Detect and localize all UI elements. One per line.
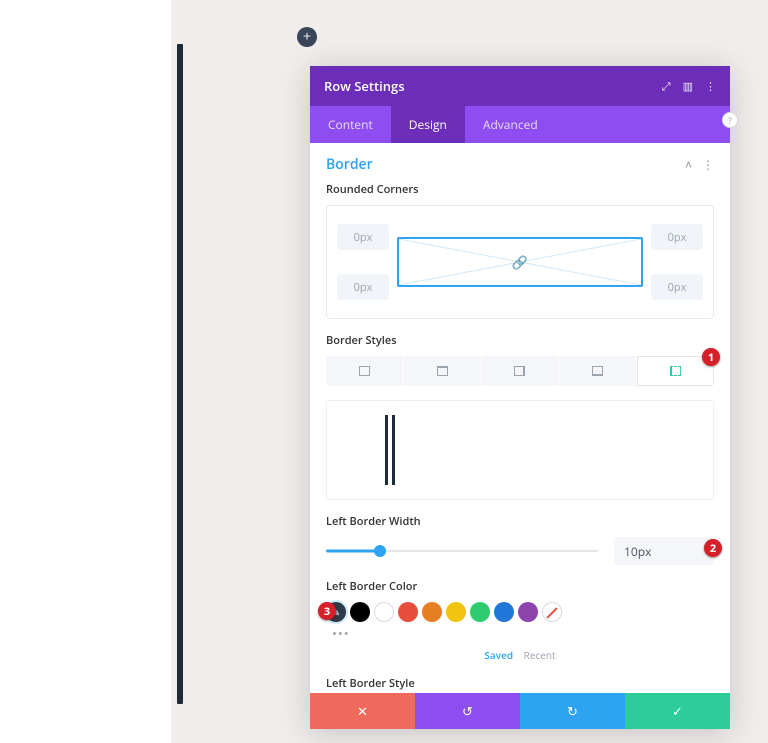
page-left-border-preview bbox=[177, 44, 183, 704]
row-settings-panel: Row Settings ⤢ ▥ ⋮ Content Design Advanc… bbox=[310, 66, 730, 729]
panel-title: Row Settings bbox=[324, 77, 405, 95]
panel-body: Border ˄ ⋮ Rounded Corners 0px 0px 🔗 0px bbox=[310, 143, 730, 693]
panel-footer: ✕ ↺ ↻ ✓ bbox=[310, 693, 730, 729]
accordion-border-title: Border bbox=[326, 155, 373, 174]
left-border-width-slider[interactable] bbox=[326, 540, 598, 562]
corner-preview: 🔗 bbox=[397, 237, 643, 287]
color-tab-saved[interactable]: Saved bbox=[484, 648, 513, 662]
border-preview-left-double bbox=[385, 415, 395, 485]
swatch-orange[interactable] bbox=[422, 602, 442, 622]
corner-br-input[interactable]: 0px bbox=[651, 274, 703, 300]
color-tabs: Saved Recent bbox=[326, 648, 714, 662]
accordion-border-header[interactable]: Border ˄ ⋮ bbox=[310, 143, 730, 182]
swatch-transparent[interactable] bbox=[542, 602, 562, 622]
columns-icon[interactable]: ▥ bbox=[683, 79, 693, 94]
border-preview bbox=[326, 400, 714, 500]
label-border-styles: Border Styles bbox=[326, 333, 714, 348]
chevron-up-icon[interactable]: ˄ bbox=[685, 156, 692, 173]
swatch-white[interactable] bbox=[374, 602, 394, 622]
callout-2: 2 bbox=[704, 539, 722, 557]
more-icon[interactable]: ⋮ bbox=[702, 156, 714, 173]
corner-tr-input[interactable]: 0px bbox=[651, 224, 703, 250]
swatch-yellow[interactable] bbox=[446, 602, 466, 622]
cancel-button[interactable]: ✕ bbox=[310, 693, 415, 729]
swatch-black[interactable] bbox=[350, 602, 370, 622]
border-side-bottom[interactable] bbox=[559, 356, 637, 386]
label-left-border-color: Left Border Color bbox=[326, 579, 714, 594]
help-icon[interactable]: ? bbox=[722, 112, 738, 128]
rounded-corners-control: 0px 0px 🔗 0px 0px bbox=[326, 205, 714, 319]
callout-3: 3 bbox=[318, 602, 336, 620]
tab-advanced[interactable]: Advanced bbox=[465, 106, 556, 143]
expand-icon[interactable]: ⤢ bbox=[662, 79, 671, 94]
panel-tabs: Content Design Advanced bbox=[310, 106, 730, 143]
link-corners-icon[interactable]: 🔗 bbox=[512, 253, 528, 271]
swatch-purple[interactable] bbox=[518, 602, 538, 622]
more-icon[interactable]: ⋮ bbox=[705, 79, 716, 94]
panel-header[interactable]: Row Settings ⤢ ▥ ⋮ bbox=[310, 66, 730, 106]
tab-content[interactable]: Content bbox=[310, 106, 391, 143]
color-swatches: ✎ bbox=[326, 602, 714, 622]
redo-button[interactable]: ↻ bbox=[520, 693, 625, 729]
tab-design[interactable]: Design bbox=[391, 106, 465, 143]
swatch-blue[interactable] bbox=[494, 602, 514, 622]
swatch-red[interactable] bbox=[398, 602, 418, 622]
label-left-border-width: Left Border Width bbox=[326, 514, 714, 529]
label-rounded-corners: Rounded Corners bbox=[326, 182, 714, 197]
callout-1: 1 bbox=[702, 348, 720, 366]
border-side-all[interactable] bbox=[326, 356, 404, 386]
color-tab-recent[interactable]: Recent bbox=[524, 648, 556, 662]
add-module-button[interactable]: + bbox=[297, 27, 317, 47]
undo-button[interactable]: ↺ bbox=[415, 693, 520, 729]
border-side-picker bbox=[326, 356, 714, 386]
label-left-border-style: Left Border Style bbox=[326, 676, 714, 691]
corner-bl-input[interactable]: 0px bbox=[337, 274, 389, 300]
corner-tl-input[interactable]: 0px bbox=[337, 224, 389, 250]
more-colors-icon[interactable]: ••• bbox=[332, 624, 714, 642]
border-side-right[interactable] bbox=[482, 356, 560, 386]
save-button[interactable]: ✓ bbox=[625, 693, 730, 729]
swatch-green[interactable] bbox=[470, 602, 490, 622]
left-border-width-input[interactable]: 10px bbox=[614, 537, 714, 565]
border-side-top[interactable] bbox=[404, 356, 482, 386]
